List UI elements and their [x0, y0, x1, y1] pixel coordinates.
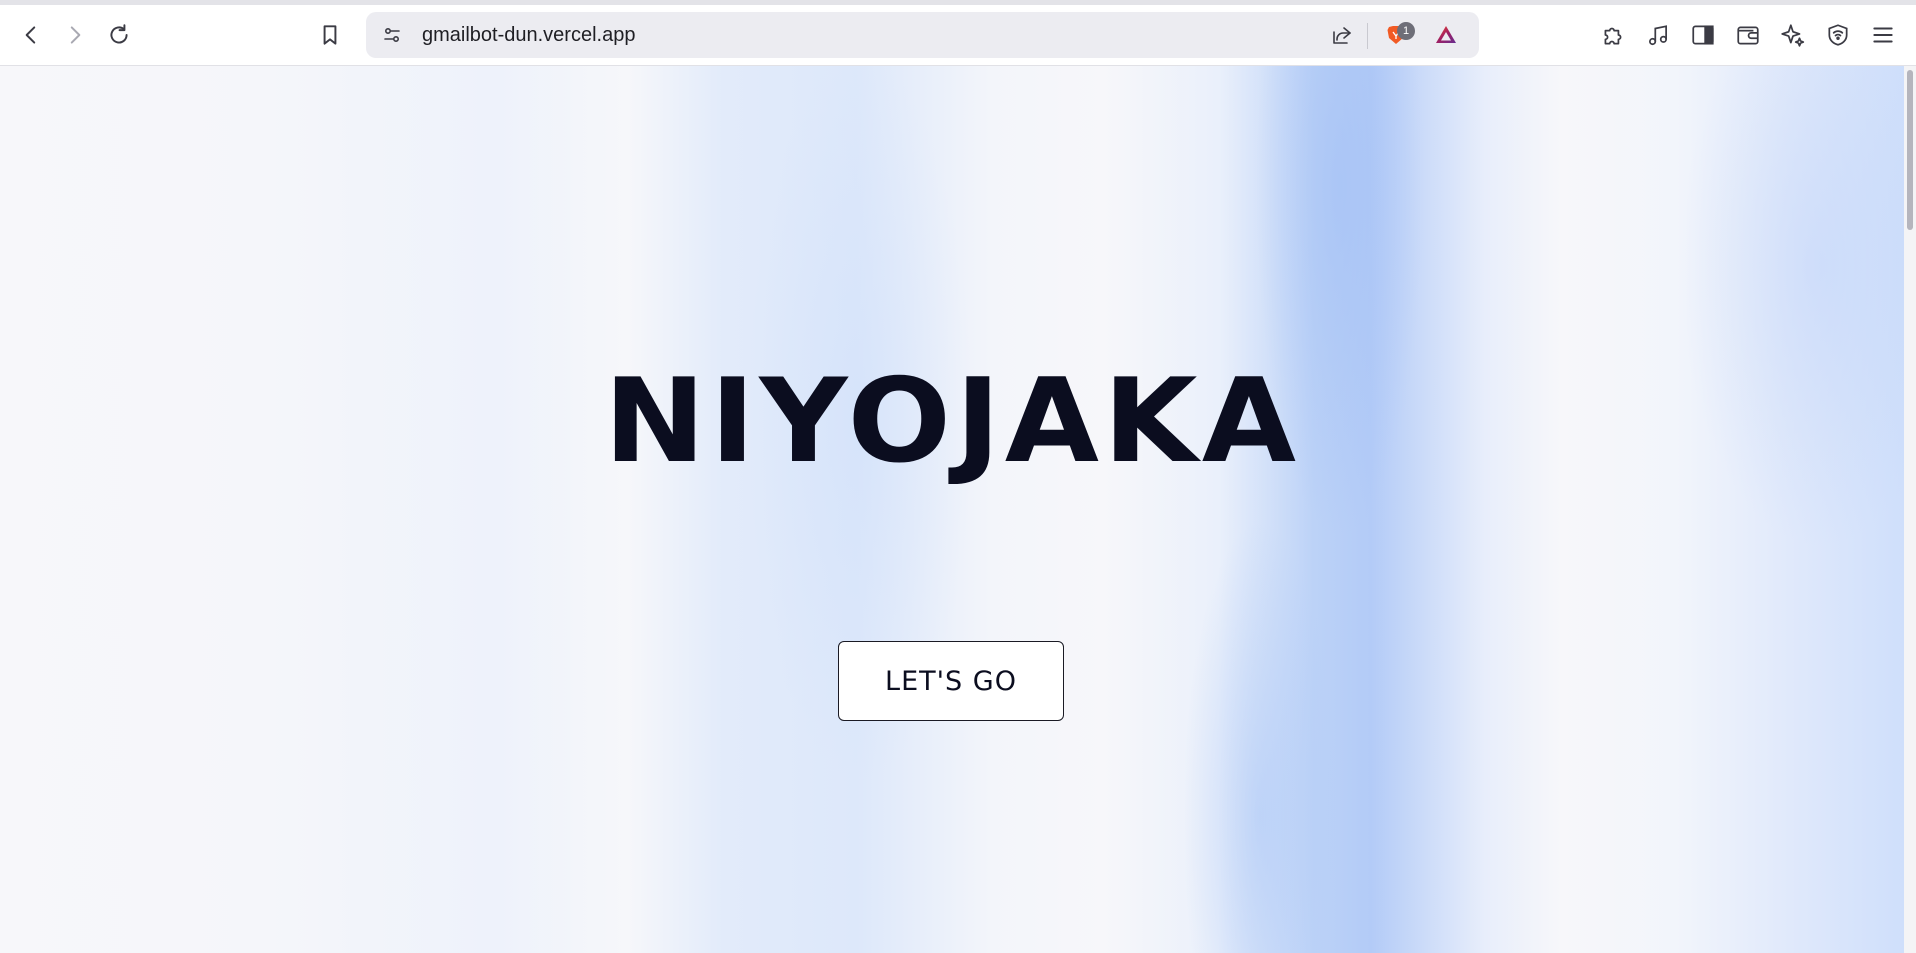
- puzzle-icon[interactable]: [1595, 17, 1631, 53]
- lets-go-button[interactable]: LET'S GO: [838, 641, 1064, 721]
- vertical-scrollbar[interactable]: [1904, 66, 1916, 953]
- site-settings-icon[interactable]: [378, 21, 406, 49]
- shield-wifi-icon[interactable]: [1820, 17, 1856, 53]
- page-background: [0, 66, 1904, 953]
- reload-icon[interactable]: [101, 17, 137, 53]
- brave-rewards-triangle-icon[interactable]: [1432, 21, 1460, 49]
- address-separator: [1367, 23, 1368, 49]
- browser-toolbar: gmailbot-dun.vercel.app 1: [0, 0, 1916, 66]
- share-icon[interactable]: [1328, 21, 1356, 49]
- sparkle-icon[interactable]: [1775, 17, 1811, 53]
- address-bar[interactable]: gmailbot-dun.vercel.app: [366, 12, 1479, 58]
- music-note-icon[interactable]: [1640, 17, 1676, 53]
- hero-title: NIYOJAKA: [603, 354, 1301, 489]
- forward-arrow-icon[interactable]: [57, 17, 93, 53]
- wallet-icon[interactable]: [1730, 17, 1766, 53]
- scrollbar-thumb[interactable]: [1907, 70, 1913, 230]
- sidebar-icon[interactable]: [1685, 17, 1721, 53]
- back-arrow-icon[interactable]: [13, 17, 49, 53]
- bookmark-icon[interactable]: [312, 17, 348, 53]
- hamburger-menu-icon[interactable]: [1865, 17, 1901, 53]
- url-text[interactable]: gmailbot-dun.vercel.app: [422, 24, 635, 47]
- shields-count-badge: 1: [1397, 22, 1415, 40]
